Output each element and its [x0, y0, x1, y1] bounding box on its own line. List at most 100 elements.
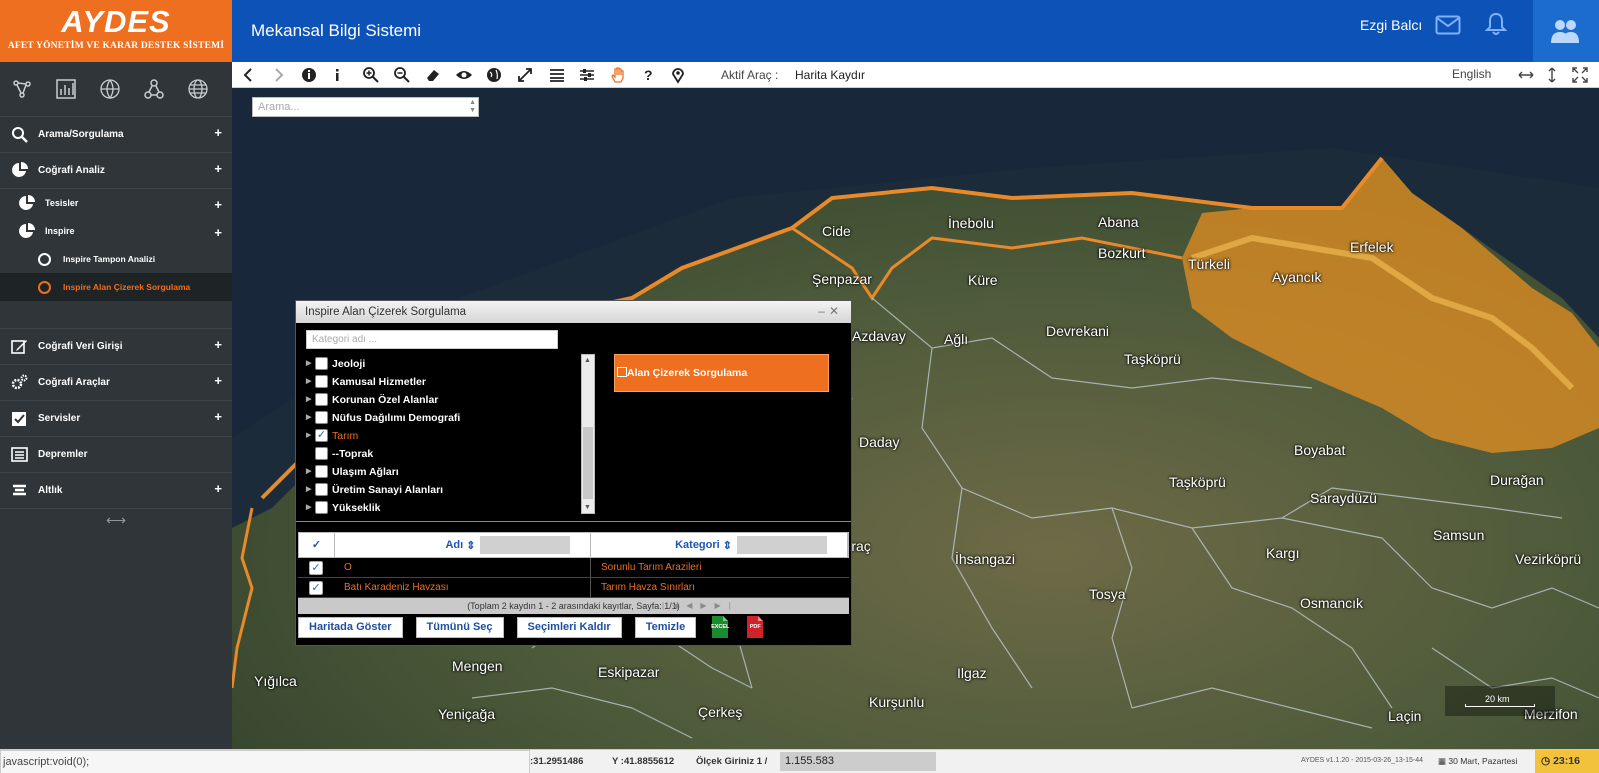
spinner-arrows-icon[interactable]: ▲ ▼: [469, 99, 476, 115]
tree-node[interactable]: --Toprak: [306, 445, 576, 463]
sidebar-item-arama[interactable]: Arama/Sorgulama +: [0, 117, 232, 153]
sidebar-item-cografi-analiz[interactable]: Coğrafi Analiz +: [0, 153, 232, 189]
dialog-titlebar[interactable]: Inspire Alan Çizerek Sorgulama –✕: [296, 301, 851, 323]
expand-icon[interactable]: +: [214, 373, 222, 388]
tree-node[interactable]: ▶ Korunan Özel Alanlar: [306, 391, 576, 409]
tree-checkbox[interactable]: [315, 411, 328, 424]
expand-icon[interactable]: +: [214, 225, 222, 240]
tree-checkbox-checked[interactable]: ✓: [315, 429, 328, 442]
map-marker-icon[interactable]: [669, 66, 687, 84]
globe-icon[interactable]: [485, 66, 503, 84]
sort-icon[interactable]: ⇕: [723, 539, 732, 552]
expand-triangle-icon[interactable]: ▶: [306, 355, 311, 373]
bell-icon[interactable]: [1485, 12, 1507, 36]
resize-vertical-icon[interactable]: [1543, 66, 1561, 84]
close-icon[interactable]: ✕: [829, 304, 843, 318]
sidebar-item-depremler[interactable]: Depremler: [0, 437, 232, 473]
tree-checkbox[interactable]: [315, 447, 328, 460]
expand-icon[interactable]: +: [214, 161, 222, 176]
eraser-icon[interactable]: [424, 66, 442, 84]
back-icon[interactable]: [240, 66, 258, 84]
sidebar-item-altlik[interactable]: Altlık +: [0, 473, 232, 509]
scroll-thumb[interactable]: [583, 427, 593, 499]
show-on-map-button[interactable]: Haritada Göster: [298, 616, 403, 638]
sidebar-item-veri-girisi[interactable]: Coğrafi Veri Girişi +: [0, 329, 232, 365]
sidebar-item-inspire-tampon[interactable]: Inspire Tampon Analizi: [0, 245, 232, 273]
select-all-button[interactable]: Tümünü Seç: [415, 616, 504, 638]
scroll-up-icon[interactable]: ▲: [584, 357, 591, 364]
expand-triangle-icon[interactable]: ▶: [306, 391, 311, 409]
sort-icon[interactable]: ⇕: [466, 539, 475, 552]
row-checkbox[interactable]: ✓: [309, 560, 323, 575]
expand-triangle-icon[interactable]: ▶: [306, 409, 311, 427]
sidebar-item-inspire[interactable]: Inspire +: [0, 217, 232, 245]
column-header-category[interactable]: Kategori ⇕: [591, 533, 848, 557]
help-icon[interactable]: ?: [639, 66, 657, 84]
row-checkbox[interactable]: ✓: [309, 580, 323, 595]
scale-input[interactable]: 1.155.583: [780, 752, 936, 771]
tree-checkbox[interactable]: [315, 375, 328, 388]
expand-icon[interactable]: +: [214, 409, 222, 424]
tree-checkbox[interactable]: [315, 465, 328, 478]
excel-export-icon[interactable]: EXCEL: [709, 615, 731, 639]
language-switch[interactable]: English: [1452, 67, 1491, 81]
tree-node[interactable]: ▶ Kamusal Hizmetler: [306, 373, 576, 391]
expand-triangle-icon[interactable]: ▶: [306, 463, 311, 481]
expand-icon[interactable]: +: [214, 125, 222, 140]
sliders-icon[interactable]: [578, 66, 596, 84]
minimize-icon[interactable]: –: [818, 304, 829, 318]
tree-node[interactable]: ▶ ✓ Tarım: [306, 427, 576, 445]
list-icon[interactable]: [548, 66, 566, 84]
users-button[interactable]: [1533, 0, 1599, 62]
eye-icon[interactable]: [455, 66, 473, 84]
category-search-input[interactable]: Kategori adı ...: [306, 330, 558, 349]
clear-selection-button[interactable]: Seçimleri Kaldır: [516, 616, 622, 638]
zoom-out-icon[interactable]: [393, 66, 411, 84]
expand-triangle-icon[interactable]: ▶: [306, 499, 311, 517]
clean-button[interactable]: Temizle: [634, 616, 697, 638]
name-filter-input[interactable]: [480, 536, 571, 554]
bar-chart-icon[interactable]: [55, 78, 77, 100]
logo[interactable]: AYDES AFET YÖNETİM VE KARAR DESTEK SİSTE…: [0, 0, 232, 62]
expand-icon[interactable]: +: [214, 197, 222, 212]
pdf-export-icon[interactable]: PDF: [744, 615, 766, 639]
select-all-checkbox[interactable]: ✓: [299, 533, 335, 557]
user-name[interactable]: Ezgi Balcı: [1360, 17, 1422, 33]
tree-node[interactable]: ▶ Jeoloji: [306, 355, 576, 373]
sidebar-resize-handle[interactable]: ⟷: [0, 509, 232, 529]
scroll-down-icon[interactable]: ▼: [584, 504, 591, 511]
tree-checkbox[interactable]: [315, 483, 328, 496]
world-icon[interactable]: [187, 78, 209, 100]
table-row[interactable]: ✓ O Sorunlu Tarım Arazileri: [298, 558, 849, 578]
tree-scrollbar[interactable]: ▲ ▼: [581, 354, 595, 514]
tree-node[interactable]: ▶ Yükseklik: [306, 499, 576, 517]
tree-checkbox[interactable]: [315, 393, 328, 406]
expand-triangle-icon[interactable]: ▶: [306, 481, 311, 499]
tree-node[interactable]: ▶ Ulaşım Ağları: [306, 463, 576, 481]
tree-node[interactable]: ▶ Nüfus Dağılımı Demografi: [306, 409, 576, 427]
tree-node[interactable]: ▶ Üretim Sanayi Alanları: [306, 481, 576, 499]
sidebar-item-inspire-alan-cizerek[interactable]: Inspire Alan Çizerek Sorgulama: [0, 273, 232, 301]
zoom-in-icon[interactable]: [362, 66, 380, 84]
info-icon[interactable]: [328, 66, 346, 84]
fullscreen-icon[interactable]: [516, 66, 534, 84]
nodes-icon[interactable]: [143, 78, 165, 100]
table-row[interactable]: ✓ Batı Karadeniz Havzası Tarım Havza Sın…: [298, 578, 849, 598]
sidebar-item-araclar[interactable]: Coğrafi Araçlar +: [0, 365, 232, 401]
expand-icon[interactable]: [1571, 66, 1589, 84]
expand-triangle-icon[interactable]: ▶: [306, 427, 311, 445]
draw-area-query-button[interactable]: Alan Çizerek Sorgulama: [614, 354, 829, 392]
expand-triangle-icon[interactable]: ▶: [306, 373, 311, 391]
category-filter-input[interactable]: [737, 536, 827, 554]
network-icon[interactable]: [11, 78, 33, 100]
globe-grid-icon[interactable]: [99, 78, 121, 100]
info-circle-icon[interactable]: [300, 66, 318, 84]
map-search-input[interactable]: Arama... ▲ ▼: [252, 97, 479, 117]
tree-checkbox[interactable]: [315, 501, 328, 514]
mail-icon[interactable]: [1435, 15, 1461, 35]
expand-icon[interactable]: +: [214, 481, 222, 496]
resize-horizontal-icon[interactable]: [1517, 66, 1535, 84]
forward-icon[interactable]: [269, 66, 287, 84]
tree-checkbox[interactable]: [315, 357, 328, 370]
pager-nav-icons[interactable]: |◀◀▶▶|: [662, 598, 739, 614]
